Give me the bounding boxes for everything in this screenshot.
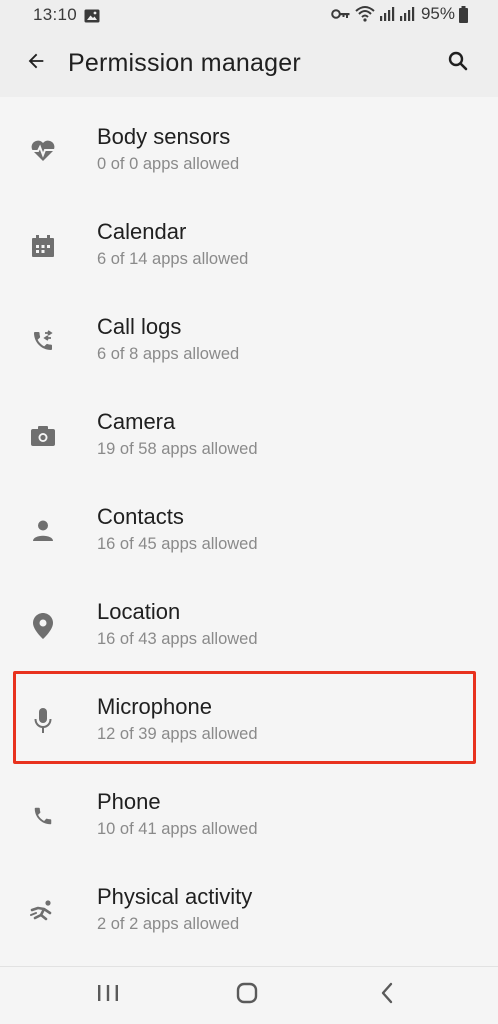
permission-summary: 16 of 45 apps allowed [97, 535, 258, 553]
status-right-group: 95% [331, 4, 468, 24]
nav-back-icon [380, 982, 394, 1009]
permission-summary: 12 of 39 apps allowed [97, 725, 258, 743]
status-bar: 13:10 95% [0, 0, 498, 30]
microphone-icon [29, 707, 57, 735]
battery-icon [459, 5, 468, 23]
permission-item-call-logs[interactable]: Call logs 6 of 8 apps allowed [0, 287, 498, 382]
status-time: 13:10 [33, 5, 78, 24]
heart-pulse-icon [29, 137, 57, 165]
permission-label: Location [97, 599, 181, 624]
search-button[interactable] [436, 41, 480, 85]
person-icon [29, 517, 57, 545]
search-icon [446, 49, 470, 78]
navigation-bar [0, 966, 498, 1024]
recents-button[interactable] [88, 977, 128, 1013]
home-icon [236, 982, 258, 1009]
permission-label: Contacts [97, 504, 184, 529]
call-log-icon [29, 327, 57, 355]
image-notification-icon [84, 8, 100, 28]
page-title: Permission manager [68, 49, 301, 77]
permission-label: Call logs [97, 314, 182, 339]
key-icon [331, 8, 351, 20]
home-button[interactable] [227, 977, 267, 1013]
permission-item-calendar[interactable]: Calendar 6 of 14 apps allowed [0, 192, 498, 287]
arrow-back-icon [25, 50, 47, 77]
signal-1-icon [379, 6, 395, 22]
permission-item-microphone[interactable]: Microphone 12 of 39 apps allowed [0, 667, 498, 762]
calendar-icon [29, 232, 57, 260]
nav-back-button[interactable] [367, 977, 407, 1013]
permission-summary: 6 of 8 apps allowed [97, 345, 240, 363]
permission-list: Body sensors 0 of 0 apps allowed Calenda… [0, 97, 498, 952]
permission-label: Calendar [97, 219, 187, 244]
permission-summary: 2 of 2 apps allowed [97, 915, 240, 933]
permission-item-phone[interactable]: Phone 10 of 41 apps allowed [0, 762, 498, 857]
permission-label: Camera [97, 409, 176, 434]
phone-icon [29, 802, 57, 830]
location-pin-icon [29, 612, 57, 640]
back-button[interactable] [14, 41, 58, 85]
permission-summary: 19 of 58 apps allowed [97, 440, 258, 458]
permission-summary: 0 of 0 apps allowed [97, 155, 240, 173]
permission-summary: 6 of 14 apps allowed [97, 250, 249, 268]
permission-item-physical-activity[interactable]: Physical activity 2 of 2 apps allowed [0, 857, 498, 952]
permission-item-contacts[interactable]: Contacts 16 of 45 apps allowed [0, 477, 498, 572]
permission-summary: 16 of 43 apps allowed [97, 630, 258, 648]
app-bar: Permission manager [0, 30, 498, 97]
permission-label: Body sensors [97, 124, 231, 149]
running-icon [29, 897, 57, 925]
signal-2-icon [399, 6, 415, 22]
permission-item-camera[interactable]: Camera 19 of 58 apps allowed [0, 382, 498, 477]
wifi-icon [355, 5, 375, 23]
permission-summary: 10 of 41 apps allowed [97, 820, 258, 838]
battery-percent: 95% [420, 4, 455, 23]
camera-icon [29, 422, 57, 450]
permission-label: Microphone [97, 694, 212, 719]
permission-item-location[interactable]: Location 16 of 43 apps allowed [0, 572, 498, 667]
permission-label: Physical activity [97, 884, 253, 909]
permission-label: Phone [97, 789, 161, 814]
permission-item-body-sensors[interactable]: Body sensors 0 of 0 apps allowed [0, 97, 498, 192]
screen: 13:10 95% Permission manager Body sensor… [0, 0, 498, 1024]
recents-icon [97, 984, 119, 1007]
